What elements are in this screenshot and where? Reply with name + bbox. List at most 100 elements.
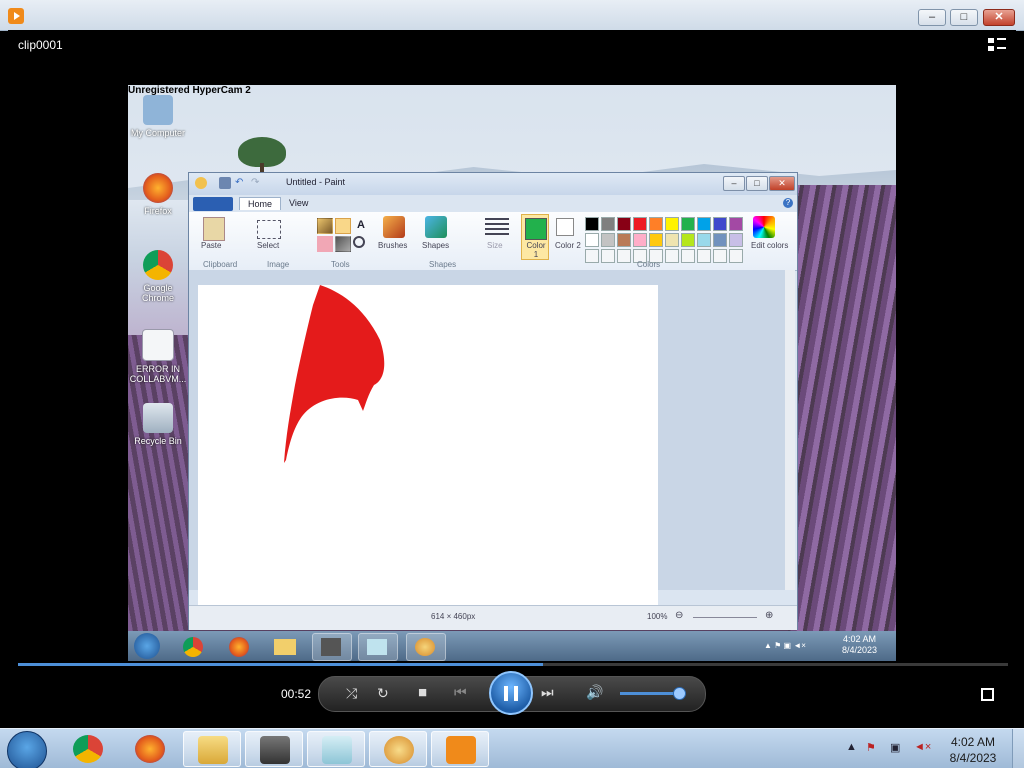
playlist-toggle-icon[interactable] — [988, 38, 1006, 52]
help-icon[interactable]: ? — [783, 198, 793, 208]
desktop-icon-error-file[interactable]: ERROR IN COLLABVM... — [128, 329, 188, 384]
shuffle-icon[interactable]: ⤮ — [346, 685, 357, 702]
palette-color[interactable] — [713, 233, 727, 247]
palette-color[interactable] — [585, 233, 599, 247]
palette-color[interactable] — [681, 217, 695, 231]
brushes-button[interactable]: Brushes — [378, 241, 407, 250]
select-button[interactable]: Select — [257, 241, 279, 250]
desktop-icon-chrome[interactable]: Google Chrome — [128, 250, 188, 303]
palette-color[interactable] — [617, 233, 631, 247]
paint-maximize-button[interactable]: □ — [746, 176, 768, 191]
zoom-out-icon[interactable]: ⊖ — [675, 610, 683, 621]
drawing-canvas[interactable] — [198, 285, 658, 605]
palette-color[interactable] — [601, 217, 615, 231]
canvas-vertical-scrollbar[interactable] — [785, 270, 795, 590]
desktop-icon-firefox[interactable]: Firefox — [128, 173, 188, 216]
inner-firefox-icon[interactable] — [220, 633, 258, 659]
fullscreen-icon[interactable] — [981, 688, 994, 701]
save-icon[interactable] — [219, 177, 231, 189]
file-menu-button[interactable] — [193, 197, 233, 211]
minimize-button[interactable]: – — [918, 9, 946, 26]
color2-button[interactable]: Color 2 — [555, 241, 581, 250]
video-frame[interactable]: Unregistered HyperCam 2 My Computer Fire… — [128, 85, 896, 661]
inner-notepad-icon[interactable] — [358, 633, 398, 661]
color1-button[interactable]: Color 1 — [521, 214, 549, 260]
palette-color[interactable] — [633, 233, 647, 247]
close-button[interactable]: ✕ — [983, 9, 1015, 26]
paint-close-button[interactable]: ✕ — [769, 176, 795, 191]
edit-colors-icon[interactable] — [753, 216, 775, 238]
palette-empty-slot[interactable] — [665, 249, 679, 263]
size-icon[interactable] — [485, 218, 509, 236]
palette-color[interactable] — [697, 217, 711, 231]
edit-colors-button[interactable]: Edit colors — [751, 241, 788, 250]
palette-color[interactable] — [585, 217, 599, 231]
palette-empty-slot[interactable] — [681, 249, 695, 263]
previous-icon[interactable]: ⏮ — [454, 684, 467, 701]
palette-color[interactable] — [601, 233, 615, 247]
brushes-icon[interactable] — [383, 216, 405, 238]
palette-color[interactable] — [665, 217, 679, 231]
paint-window[interactable]: ↶ ↷ Untitled - Paint – □ ✕ Home View ? P… — [188, 172, 798, 630]
start-button[interactable] — [7, 731, 47, 768]
color2-swatch[interactable] — [556, 218, 574, 236]
network-icon[interactable]: ▣ — [890, 741, 900, 754]
palette-color[interactable] — [649, 217, 663, 231]
undo-icon[interactable]: ↶ — [235, 177, 247, 189]
palette-empty-slot[interactable] — [585, 249, 599, 263]
show-hidden-icons[interactable]: ▲ — [846, 741, 857, 753]
palette-empty-slot[interactable] — [617, 249, 631, 263]
show-desktop-button[interactable] — [1012, 729, 1024, 768]
system-clock[interactable]: 4:02 AM 8/4/2023 — [944, 734, 1002, 766]
volume-icon[interactable]: 🔊 — [586, 684, 603, 701]
eraser-icon[interactable] — [317, 236, 333, 252]
palette-color[interactable] — [729, 233, 743, 247]
tab-home[interactable]: Home — [239, 197, 282, 210]
palette-color[interactable] — [617, 217, 631, 231]
volume-slider[interactable] — [620, 687, 687, 700]
taskbar-media-player[interactable] — [431, 731, 489, 767]
palette-color[interactable] — [713, 217, 727, 231]
palette-empty-slot[interactable] — [713, 249, 727, 263]
select-icon[interactable] — [257, 220, 281, 239]
inner-chrome-icon[interactable] — [174, 633, 212, 659]
palette-color[interactable] — [681, 233, 695, 247]
repeat-icon[interactable]: ↻ — [377, 685, 389, 702]
next-icon[interactable]: ⏭ — [541, 684, 554, 701]
pencil-icon[interactable] — [317, 218, 333, 234]
redo-icon[interactable]: ↷ — [251, 177, 263, 189]
magnifier-icon[interactable] — [353, 236, 365, 248]
zoom-in-icon[interactable]: ⊕ — [765, 610, 773, 621]
taskbar-notepad[interactable] — [307, 731, 365, 767]
palette-color[interactable] — [729, 217, 743, 231]
text-icon[interactable]: A — [353, 218, 369, 234]
shapes-button[interactable]: Shapes — [422, 241, 449, 250]
volume-muted-icon[interactable]: ◄× — [914, 741, 931, 753]
color-picker-icon[interactable] — [335, 236, 351, 252]
palette-color[interactable] — [697, 233, 711, 247]
fill-icon[interactable] — [335, 218, 351, 234]
pause-button[interactable] — [489, 671, 533, 715]
inner-hypercam-icon[interactable] — [312, 633, 352, 661]
palette-color[interactable] — [649, 233, 663, 247]
taskbar-paint[interactable] — [369, 731, 427, 767]
taskbar-firefox[interactable] — [121, 731, 179, 767]
palette-empty-slot[interactable] — [697, 249, 711, 263]
tab-view[interactable]: View — [281, 197, 316, 209]
desktop-icon-my-computer[interactable]: My Computer — [128, 95, 188, 138]
palette-empty-slot[interactable] — [729, 249, 743, 263]
taskbar-chrome[interactable] — [59, 731, 117, 767]
paste-button[interactable]: Paste — [201, 241, 221, 250]
taskbar-explorer[interactable] — [183, 731, 241, 767]
palette-empty-slot[interactable] — [601, 249, 615, 263]
taskbar-hypercam[interactable] — [245, 731, 303, 767]
action-center-icon[interactable]: ⚑ — [866, 741, 876, 754]
zoom-slider[interactable] — [693, 617, 757, 618]
paste-icon[interactable] — [203, 217, 225, 241]
palette-color[interactable] — [633, 217, 647, 231]
stop-icon[interactable]: ■ — [418, 684, 427, 701]
paint-minimize-button[interactable]: – — [723, 176, 745, 191]
desktop-icon-recycle-bin[interactable]: Recycle Bin — [128, 403, 188, 446]
inner-start-button[interactable] — [134, 633, 160, 659]
maximize-button[interactable]: □ — [950, 9, 978, 26]
